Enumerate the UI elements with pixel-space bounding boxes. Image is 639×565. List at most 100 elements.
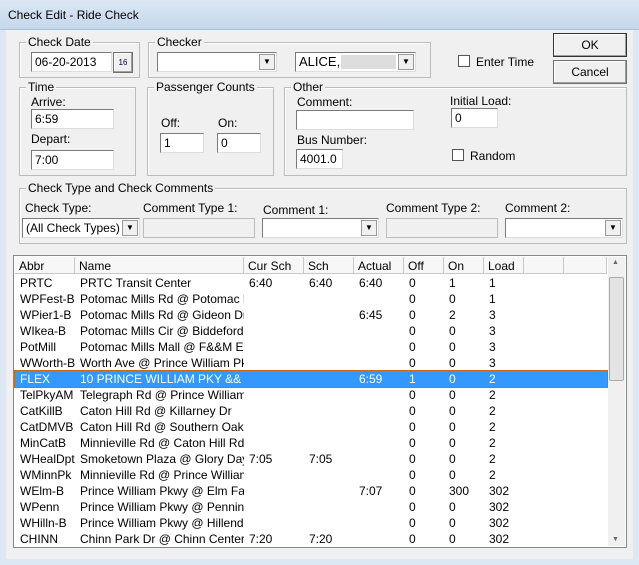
table-row[interactable]: WWorth-B Worth Ave @ Prince William Pkwy 0… bbox=[15, 355, 607, 371]
chevron-down-icon[interactable]: ▼ bbox=[122, 220, 138, 236]
column-header[interactable]: Name bbox=[75, 257, 244, 274]
table-cell: 0 bbox=[409, 468, 416, 482]
table-cell: 0 bbox=[449, 532, 456, 546]
scroll-down-icon[interactable]: ▼ bbox=[612, 536, 619, 543]
chevron-down-icon[interactable]: ▼ bbox=[605, 220, 621, 236]
column-header[interactable]: Cur Sch bbox=[244, 257, 304, 274]
table-cell: 6:45 bbox=[359, 308, 383, 322]
table-row[interactable]: MinCatB Minnieville Rd @ Caton Hill Rd 0 0 2 bbox=[15, 435, 607, 451]
arrive-label: Arrive: bbox=[31, 95, 66, 109]
enter-time-checkbox[interactable] bbox=[458, 55, 470, 67]
check-date-input[interactable]: 06-20-2013 bbox=[31, 52, 112, 72]
table-row[interactable]: CatKillB Caton Hill Rd @ Killarney Dr 0 0 2 bbox=[15, 403, 607, 419]
random-checkbox[interactable] bbox=[452, 149, 464, 161]
group-label: Passenger Counts bbox=[154, 80, 257, 94]
table-row[interactable]: CHINN Chinn Park Dr @ Chinn Center 7:20 7:2… bbox=[15, 531, 607, 547]
redacted-block bbox=[341, 55, 396, 69]
arrive-input[interactable]: 6:59 bbox=[31, 109, 114, 129]
table-cell: 7:20 bbox=[309, 532, 333, 546]
table-cell: 6:59 bbox=[359, 372, 383, 386]
scrollbar-thumb[interactable] bbox=[609, 277, 624, 381]
ok-button[interactable]: OK bbox=[553, 33, 627, 57]
table-cell: 0 bbox=[409, 516, 416, 530]
table-row[interactable]: WPier1-B Potomac Mills Rd @ Gideon Dr 6:45… bbox=[15, 307, 607, 323]
table-cell: 2 bbox=[449, 308, 456, 322]
column-header[interactable] bbox=[564, 257, 607, 274]
table-cell: 2 bbox=[489, 388, 496, 402]
table-row[interactable]: PRTC PRTC Transit Center 6:40 6:40 6:40 0 1 1 bbox=[15, 275, 607, 291]
table-row[interactable]: WMinnPk Minnieville Rd @ Prince William P… bbox=[15, 467, 607, 483]
table-row[interactable]: WPenn Prince William Pkwy @ Penningto 0 0 30… bbox=[15, 499, 607, 515]
table-cell: CHINN bbox=[20, 532, 58, 546]
table-cell: 300 bbox=[449, 484, 470, 498]
table-cell: 0 bbox=[409, 484, 416, 498]
column-header[interactable]: Actual bbox=[354, 257, 404, 274]
comment-input[interactable] bbox=[296, 110, 414, 130]
initial-load-input[interactable]: 0 bbox=[451, 108, 498, 128]
off-input[interactable]: 1 bbox=[160, 133, 204, 153]
enter-time-label: Enter Time bbox=[476, 55, 535, 69]
column-header[interactable]: Abbr bbox=[15, 257, 75, 274]
table-cell: 2 bbox=[489, 436, 496, 450]
comment-type-2-label: Comment Type 2: bbox=[386, 201, 481, 215]
off-label: Off: bbox=[161, 116, 181, 130]
combo-value: ALICE, bbox=[299, 54, 341, 69]
comment-type-1-field bbox=[143, 218, 255, 238]
table-cell: WWorth-B bbox=[20, 356, 75, 370]
table-row[interactable]: WHilln-B Prince William Pkwy @ Hillendale… bbox=[15, 515, 607, 531]
table-cell: CatKillB bbox=[20, 404, 63, 418]
table-cell: 1 bbox=[409, 372, 416, 386]
table-cell: Prince William Pkwy @ Elm Farm I bbox=[80, 484, 244, 498]
table-cell: 7:07 bbox=[359, 484, 383, 498]
comment-2-combo[interactable]: ▼ bbox=[505, 218, 623, 238]
table-cell: 6:40 bbox=[359, 276, 383, 290]
table-row[interactable]: WHealDpt Smoketown Plaza @ Glory Days 7:05… bbox=[15, 451, 607, 467]
table-row[interactable]: WPFest-B Potomac Mills Rd @ Potomac Mill 0… bbox=[15, 291, 607, 307]
group-label: Time bbox=[26, 80, 57, 94]
table-cell: 2 bbox=[489, 372, 496, 386]
column-header[interactable] bbox=[524, 257, 564, 274]
calendar-icon[interactable]: 16 bbox=[113, 52, 133, 73]
checker-combo-2[interactable]: ALICE, ▼ bbox=[295, 52, 416, 72]
group-label: Check Type and Check Comments bbox=[26, 181, 216, 195]
table-cell: 0 bbox=[449, 372, 456, 386]
column-header[interactable]: Load bbox=[484, 257, 524, 274]
check-type-combo[interactable]: (All Check Types) ▼ bbox=[22, 218, 140, 238]
table-cell: Potomac Mills Mall @ F&&M Entra bbox=[80, 340, 244, 354]
table-cell: 302 bbox=[489, 484, 510, 498]
table-row[interactable]: FLEX 10 PRINCE WILLIAM PKY && -1 6:59 1 0 2 bbox=[14, 370, 608, 388]
table-row[interactable]: PotMill Potomac Mills Mall @ F&&M Entra 0 0… bbox=[15, 339, 607, 355]
vertical-scrollbar[interactable]: ▲ ▼ bbox=[608, 257, 625, 546]
cancel-button[interactable]: Cancel bbox=[553, 60, 627, 84]
chevron-down-icon[interactable]: ▼ bbox=[259, 54, 275, 70]
table-cell: 3 bbox=[489, 356, 496, 370]
table-row[interactable]: WElm-B Prince William Pkwy @ Elm Farm I 7:… bbox=[15, 483, 607, 499]
column-header[interactable]: Off bbox=[404, 257, 444, 274]
table-cell: WElm-B bbox=[20, 484, 64, 498]
table-cell: 0 bbox=[449, 468, 456, 482]
table-cell: 0 bbox=[409, 452, 416, 466]
column-header[interactable]: Sch bbox=[304, 257, 354, 274]
column-header[interactable]: On bbox=[444, 257, 484, 274]
checker-combo-1[interactable]: ▼ bbox=[157, 52, 277, 72]
chevron-down-icon[interactable]: ▼ bbox=[361, 220, 377, 236]
table-row[interactable]: CatDMVB Caton Hill Rd @ Southern Oaks W 0 0… bbox=[15, 419, 607, 435]
table-cell: 302 bbox=[489, 500, 510, 514]
bus-number-input[interactable]: 4001.0 bbox=[296, 149, 343, 169]
table-cell: PotMill bbox=[20, 340, 57, 354]
table-row[interactable]: TelPkyAM Telegraph Rd @ Prince William Pl… bbox=[15, 387, 607, 403]
table-cell: 0 bbox=[449, 324, 456, 338]
table-row[interactable]: WIkea-B Potomac Mills Cir @ Biddeford Wa 0… bbox=[15, 323, 607, 339]
table-cell: 0 bbox=[409, 292, 416, 306]
table-cell: WPenn bbox=[20, 500, 60, 514]
table-cell: 0 bbox=[449, 340, 456, 354]
table-cell: WPier1-B bbox=[20, 308, 72, 322]
table-cell: 0 bbox=[449, 436, 456, 450]
table-cell: 0 bbox=[449, 404, 456, 418]
on-input[interactable]: 0 bbox=[217, 133, 261, 153]
stops-list[interactable]: Abbr Name Cur Sch Sch Actual Off On Load PRTC PR… bbox=[13, 255, 627, 548]
scroll-up-icon[interactable]: ▲ bbox=[612, 259, 619, 266]
comment-1-combo[interactable]: ▼ bbox=[262, 218, 379, 238]
depart-input[interactable]: 7:00 bbox=[31, 150, 114, 170]
chevron-down-icon[interactable]: ▼ bbox=[398, 54, 414, 70]
